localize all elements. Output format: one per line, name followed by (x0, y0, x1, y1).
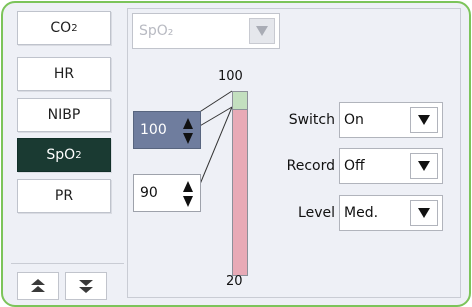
double-up-arrow-icon (31, 279, 45, 292)
limit-range-indicator[interactable] (232, 91, 248, 110)
level-dropdown-arrow[interactable] (410, 200, 438, 226)
nav-item-co2[interactable]: CO 2 (17, 11, 111, 45)
chevron-down-icon (256, 26, 268, 36)
lower-limit-spinner[interactable]: 90 (133, 174, 201, 212)
switch-value: On (344, 112, 364, 128)
record-value: Off (344, 158, 365, 174)
level-value: Med. (344, 205, 379, 221)
scale-min-label: 20 (226, 274, 243, 289)
nav-item-label: HR (53, 66, 75, 82)
nav-item-subscript: 2 (75, 149, 82, 161)
nav-item-label: CO (50, 20, 72, 36)
scroll-up-button[interactable] (17, 272, 59, 300)
switch-dropdown-arrow[interactable] (410, 107, 438, 133)
record-dropdown[interactable]: Off (339, 148, 443, 184)
record-label: Record (286, 158, 335, 174)
record-dropdown-arrow[interactable] (410, 153, 438, 179)
nav-item-label: PR (54, 188, 74, 204)
upper-limit-spinner[interactable]: 100 (133, 111, 201, 149)
scroll-down-button[interactable] (65, 272, 107, 300)
level-label: Level (298, 205, 335, 221)
chevron-down-icon (418, 161, 430, 171)
switch-dropdown[interactable]: On (339, 102, 443, 138)
chevron-down-icon (418, 115, 430, 125)
nav-item-label: SpO (46, 147, 76, 163)
upper-limit-value: 100 (140, 122, 167, 138)
switch-label: Switch (288, 112, 335, 128)
lower-limit-value: 90 (140, 185, 158, 201)
parameter-nav: CO 2 HR NIBP SpO 2 PR (11, 11, 124, 300)
limit-scale-bar (232, 91, 248, 276)
alarm-settings-panel: SpO₂ 100 90 100 20 Switch On Record Off … (127, 8, 461, 298)
monitor-frame: CO 2 HR NIBP SpO 2 PR SpO₂ 100 90 100 20… (1, 1, 471, 307)
chevron-down-icon (418, 208, 430, 218)
dropdown-arrow-button[interactable] (249, 18, 275, 44)
nav-item-pr[interactable]: PR (17, 179, 111, 213)
scale-max-label: 100 (218, 69, 243, 84)
double-down-arrow-icon (79, 280, 93, 293)
nav-item-label: NIBP (47, 107, 81, 123)
nav-item-hr[interactable]: HR (17, 57, 111, 91)
nav-item-nibp[interactable]: NIBP (17, 98, 111, 132)
nav-item-spo2[interactable]: SpO 2 (17, 138, 111, 172)
spin-arrows-icon[interactable] (182, 180, 194, 208)
spin-arrows-icon[interactable] (182, 117, 194, 145)
nav-scroll-area (11, 263, 124, 304)
level-dropdown[interactable]: Med. (339, 195, 443, 231)
nav-item-subscript: 2 (71, 22, 78, 34)
